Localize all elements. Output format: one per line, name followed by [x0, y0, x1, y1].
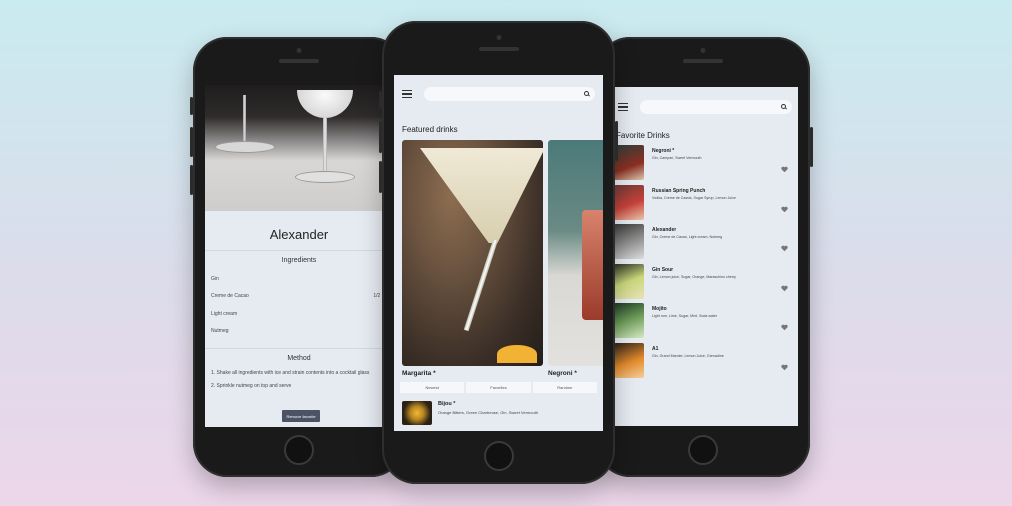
method-step: 2. Sprinkle nutmeg on top and serve	[211, 383, 292, 389]
menu-icon[interactable]	[402, 90, 412, 98]
method-heading: Method	[205, 348, 393, 368]
tab-newest[interactable]: Newest	[400, 382, 465, 393]
featured-card-image[interactable]	[402, 140, 543, 366]
mute-switch	[379, 91, 382, 109]
drink-name: A1	[652, 345, 659, 352]
search-icon[interactable]	[781, 104, 786, 109]
ingredient-row: Nutmeg	[211, 328, 229, 335]
home-button[interactable]	[483, 441, 514, 471]
front-camera	[296, 48, 302, 53]
search-icon[interactable]	[584, 91, 589, 96]
ingredient-row: Gin	[211, 275, 219, 282]
list-tabs: Newest Favorites Random	[400, 382, 597, 393]
drink-thumbnail	[614, 263, 644, 299]
drink-thumbnail	[614, 303, 644, 338]
featured-carousel[interactable]: Margarita * Negroni *	[394, 140, 603, 377]
featured-card-label: Margarita *	[402, 370, 436, 377]
page-title: Favorite Drinks	[616, 131, 670, 140]
list-item[interactable]: A1 Gin, Grand Marnier, Lemon Juice, Gren…	[602, 342, 798, 383]
drink-thumbnail	[614, 224, 644, 259]
phone-center: Featured drinks Margarita * Negroni * Ne…	[379, 21, 618, 484]
power-button	[810, 127, 813, 167]
drink-thumbnail	[614, 145, 644, 180]
list-item[interactable]: Alexander Gin, Creme de Cacao, Light cre…	[602, 224, 798, 264]
earpiece-speaker	[683, 59, 723, 63]
heart-icon[interactable]	[781, 279, 788, 291]
earpiece-speaker	[279, 59, 319, 63]
volume-down-button	[379, 161, 382, 193]
earpiece-speaker	[478, 47, 519, 51]
list-item[interactable]: Russian Spring Punch Vodka, Creme de Cas…	[602, 184, 798, 225]
drink-name: Negroni *	[652, 148, 675, 154]
tab-favorites[interactable]: Favorites	[466, 382, 531, 393]
drink-name: Alexander	[652, 227, 677, 233]
list-item[interactable]: Negroni * Gin, Campari, Sweet Vermouth	[602, 145, 798, 185]
drink-title: Alexander	[205, 211, 393, 250]
drink-thumbnail	[614, 184, 644, 220]
drink-ingredients: Gin, Campari, Sweet Vermouth	[652, 156, 702, 160]
front-camera	[496, 35, 501, 40]
phone-right: Favorite Drinks Negroni * Gin, Campari, …	[596, 37, 813, 477]
drink-detail-screen: Alexander Ingredients Gin Creme de Cacao…	[205, 85, 393, 427]
drink-ingredients: Gin, Grand Marnier, Lemon Juice, Grenadi…	[652, 353, 724, 358]
mute-switch	[190, 97, 193, 115]
power-button	[615, 121, 618, 161]
ingredient-row: Light cream	[211, 310, 238, 317]
volume-down-button	[190, 165, 193, 195]
featured-card-image[interactable]	[548, 140, 603, 366]
menu-icon[interactable]	[618, 103, 628, 111]
drink-name: Mojito	[652, 306, 667, 312]
volume-up-button	[190, 127, 193, 157]
home-button[interactable]	[688, 435, 718, 465]
top-bar	[602, 87, 798, 127]
favorites-screen: Favorite Drinks Negroni * Gin, Campari, …	[602, 87, 798, 426]
drink-photo	[205, 85, 393, 211]
heart-icon[interactable]	[781, 358, 788, 370]
ingredients-list: Gin Creme de Cacao 1/2 oz Light cream Nut…	[205, 270, 393, 340]
list-item[interactable]: Mojito Light rum, Lime, Sugar, Mint, Sod…	[602, 303, 798, 343]
search-input[interactable]	[424, 87, 595, 101]
heart-icon[interactable]	[781, 318, 788, 331]
drink-thumbnail	[614, 342, 644, 378]
drink-ingredients: Gin, Lemon juice, Sugar, Orange, Marasch…	[652, 274, 736, 279]
top-bar	[394, 75, 603, 113]
ingredient-row: Creme de Cacao 1/2 oz	[211, 293, 387, 300]
heart-icon[interactable]	[781, 239, 788, 252]
tab-random[interactable]: Random	[532, 382, 597, 393]
drink-thumbnail	[402, 401, 432, 425]
drink-ingredients: Gin, Creme de Cacao, Light cream, Nutmeg	[652, 235, 723, 239]
drink-ingredients: Light rum, Lime, Sugar, Mint, Soda water	[652, 314, 718, 318]
home-screen: Featured drinks Margarita * Negroni * Ne…	[394, 75, 603, 431]
method-step: 1. Shake all ingredients with ice and st…	[211, 370, 370, 376]
ingredients-heading: Ingredients	[205, 250, 393, 270]
home-button[interactable]	[284, 435, 314, 465]
drink-name: Gin Sour	[652, 266, 674, 273]
list-item[interactable]: Bijou * Orange Bitters, Green Chartreuse…	[394, 393, 603, 425]
featured-card-label: Negroni *	[548, 370, 577, 377]
remove-favorite-button[interactable]: Remove favorite	[282, 410, 320, 422]
drink-name: Bijou *	[438, 401, 456, 407]
phone-left: Alexander Ingredients Gin Creme de Cacao…	[190, 37, 405, 477]
featured-title: Featured drinks	[402, 125, 458, 134]
front-camera	[700, 48, 706, 53]
search-input[interactable]	[640, 100, 792, 114]
list-item[interactable]: Gin Sour Gin, Lemon juice, Sugar, Orange…	[602, 263, 798, 304]
heart-icon[interactable]	[781, 160, 788, 173]
drink-ingredients: Vodka, Creme de Cassis, Sugar Syrup, Lem…	[652, 195, 736, 200]
volume-up-button	[379, 121, 382, 153]
drink-name: Russian Spring Punch	[652, 187, 706, 194]
drink-ingredients: Orange Bitters, Green Chartreuse, Gin, S…	[438, 410, 539, 415]
heart-icon[interactable]	[781, 200, 788, 212]
